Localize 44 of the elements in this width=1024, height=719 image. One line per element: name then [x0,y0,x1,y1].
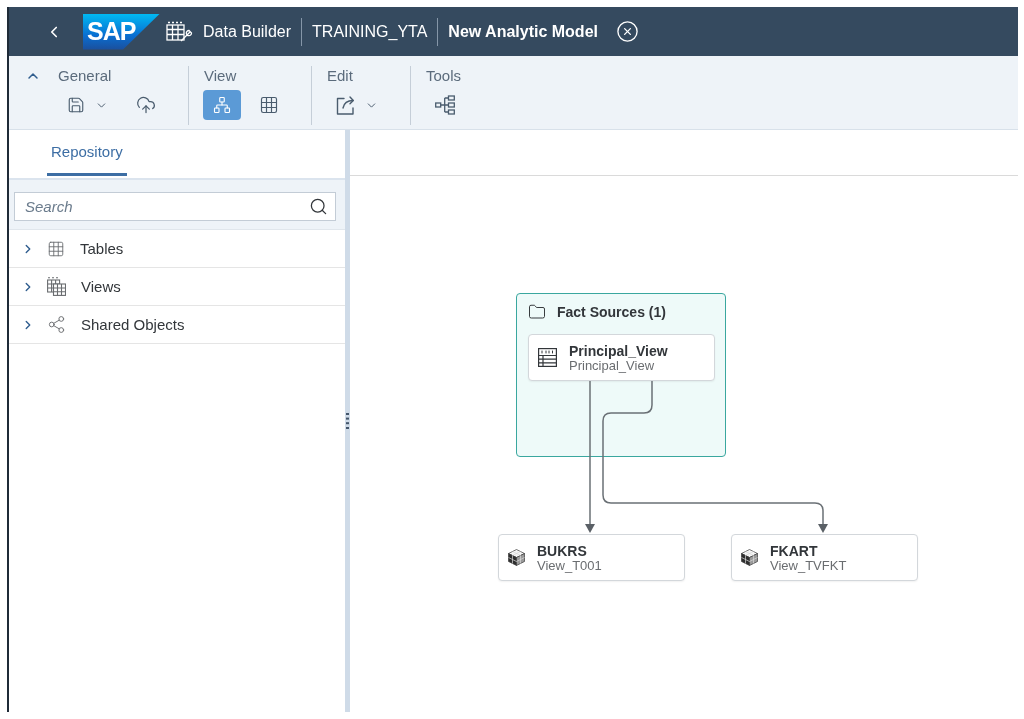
grid-icon [259,95,279,115]
diagram-view-button[interactable] [203,90,241,120]
export-icon [336,95,355,115]
save-icon [67,96,85,114]
breadcrumb-text: Data Builder [203,22,292,41]
splitter-handle[interactable] [345,130,350,712]
repository-tab[interactable]: Repository [47,130,127,176]
table-icon [47,239,65,258]
view-node[interactable]: BUKRS View_T001 [498,534,685,581]
tree-icon [435,95,455,115]
node-title: FKART [770,542,819,559]
group-label: Edit [326,66,354,86]
group-label: View [203,66,238,86]
container-title: Fact Sources (1) [557,303,666,320]
view-node[interactable]: Principal_View Principal_View [528,334,715,381]
folder-icon [528,302,546,321]
tree-item[interactable]: Views [9,268,345,306]
tree-item[interactable]: Tables [9,230,345,268]
breadcrumb-text: TRAINING_YTA [312,22,428,41]
node-subtitle: View_T001 [537,558,602,573]
cloud-upload-icon [136,95,156,115]
cube-icon [508,549,525,566]
node-title: BUKRS [537,542,588,559]
tree-item[interactable]: Shared Objects [9,306,345,344]
brand-logo: SAP [83,13,160,50]
group-label: Tools [425,66,463,86]
node-subtitle: Principal_View [569,358,655,373]
view-node[interactable]: FKART View_TVFKT [731,534,918,581]
close-icon [616,20,639,43]
node-subtitle: View_TVFKT [770,558,847,573]
table-icon [538,348,557,367]
fact-sources-container[interactable]: Fact Sources (1) Principal_View Principal_View [516,293,726,457]
group-label: General [57,66,113,86]
search-icon [309,197,328,216]
grip-icon [346,413,349,429]
search-field[interactable]: Search [14,192,336,221]
cube-icon [741,549,758,566]
table-wrench-icon [166,20,194,43]
table-stack-icon [47,277,66,296]
hierarchy-icon [213,96,231,114]
share-icon [47,315,66,334]
close-button[interactable] [616,20,639,43]
node-title: Principal_View [569,342,668,359]
model-title: New Analytic Model [448,22,598,41]
